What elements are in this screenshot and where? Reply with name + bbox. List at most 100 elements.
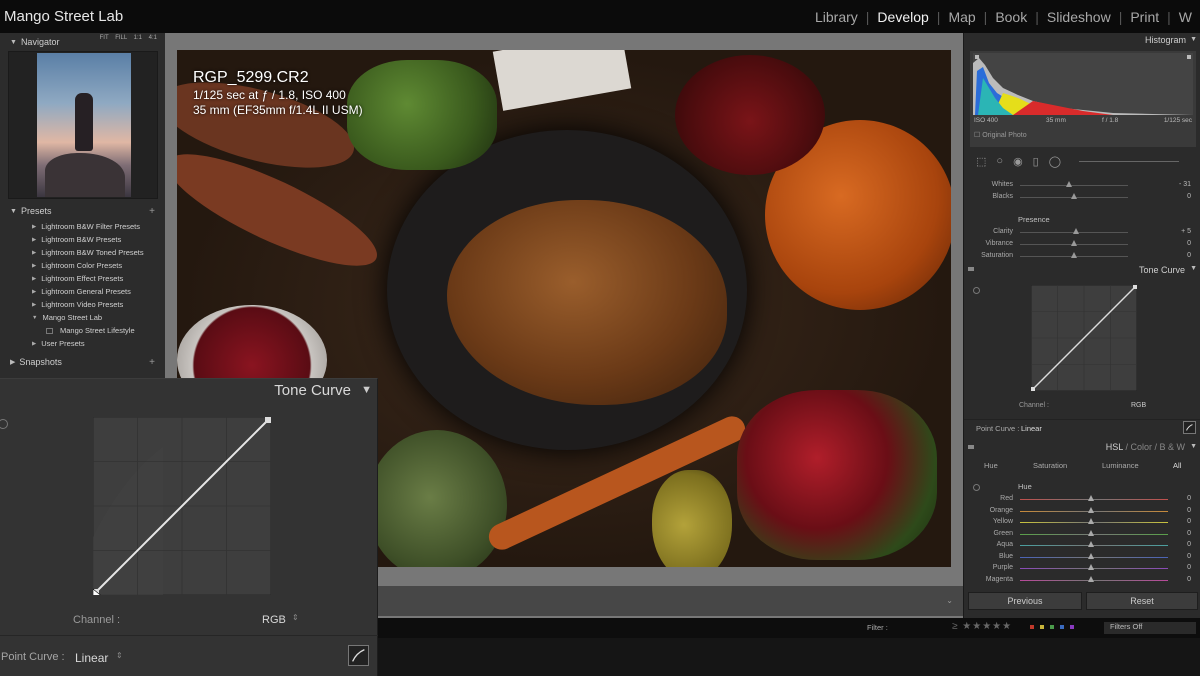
slider-track[interactable]	[1020, 185, 1128, 186]
select-arrows-icon[interactable]: ⇕	[292, 613, 299, 622]
slider-value[interactable]: 0	[1187, 252, 1191, 259]
toolbar-chevron-icon[interactable]: ⌄	[946, 596, 953, 605]
slider-value[interactable]: 0	[1187, 576, 1191, 583]
color-label-swatch[interactable]	[1050, 625, 1054, 629]
slider-track[interactable]	[1020, 556, 1168, 558]
preset-item[interactable]: ▶ Lightroom B&W Toned Presets	[8, 246, 160, 259]
navigator-preview[interactable]	[8, 51, 158, 199]
slider-value[interactable]: 0	[1187, 240, 1191, 247]
collapse-triangle-icon[interactable]: ▼	[361, 384, 372, 396]
slider-value[interactable]: 0	[1187, 518, 1191, 525]
color-label-swatch[interactable]	[1070, 625, 1074, 629]
slider-value[interactable]: 0	[1187, 495, 1191, 502]
collapse-triangle-icon[interactable]: ▼	[1190, 36, 1197, 43]
hue-slider-green[interactable]: Green 0	[964, 529, 1200, 540]
slider-thumb[interactable]	[1088, 564, 1094, 570]
module-w[interactable]: W	[1171, 9, 1200, 25]
preset-item[interactable]: ▶ Lightroom General Presets	[8, 285, 160, 298]
preset-item[interactable]: ▶ Lightroom Color Presets	[8, 259, 160, 272]
slider-thumb[interactable]	[1088, 506, 1094, 513]
slider-value[interactable]: 0	[1187, 507, 1191, 514]
slider-value[interactable]: + 5	[1181, 228, 1191, 235]
tone-curve-header[interactable]: Tone Curve ▼	[964, 263, 1200, 277]
channel-select[interactable]: RGB	[1131, 402, 1146, 409]
hue-slider-aqua[interactable]: Aqua 0	[964, 540, 1200, 551]
spot-removal-icon[interactable]: ○	[996, 155, 1003, 167]
subtab-luminance[interactable]: Luminance	[1102, 461, 1139, 470]
slider-thumb[interactable]	[1088, 495, 1094, 501]
slider-thumb[interactable]	[1071, 193, 1077, 199]
channel-select[interactable]: RGB	[262, 614, 286, 626]
slider-track[interactable]	[1020, 533, 1168, 535]
preset-item[interactable]: ▶ Lightroom B&W Filter Presets	[8, 220, 160, 233]
hue-slider-blue[interactable]: Blue 0	[964, 552, 1200, 563]
select-arrows-icon[interactable]: ⇕	[116, 651, 123, 660]
color-label-swatch[interactable]	[1060, 625, 1064, 629]
slider-thumb[interactable]	[1088, 541, 1094, 547]
slider-value[interactable]: - 31	[1179, 181, 1191, 188]
module-develop[interactable]: Develop	[869, 9, 936, 25]
red-eye-icon[interactable]: ◉	[1013, 155, 1023, 168]
slider-value[interactable]: 0	[1187, 541, 1191, 548]
edit-point-curve-icon[interactable]	[348, 645, 369, 666]
filter-preset-select[interactable]: Filters Off	[1104, 622, 1196, 634]
color-label-filter[interactable]	[1030, 623, 1100, 631]
preset-item[interactable]: ▶ Lightroom Effect Presets	[8, 272, 160, 285]
rating-filter[interactable]: ≥ ★★★★★	[952, 621, 1012, 632]
target-adjustment-icon[interactable]	[973, 484, 980, 491]
target-adjustment-icon[interactable]	[0, 419, 8, 429]
module-print[interactable]: Print	[1122, 9, 1167, 25]
preset-item[interactable]: ▶ User Presets	[8, 337, 160, 350]
slider-saturation[interactable]: Saturation 0	[964, 250, 1200, 262]
module-book[interactable]: Book	[987, 9, 1035, 25]
hue-slider-red[interactable]: Red 0	[964, 494, 1200, 505]
module-slideshow[interactable]: Slideshow	[1039, 9, 1119, 25]
slider-vibrance[interactable]: Vibrance 0	[964, 238, 1200, 250]
hsl-tab-bw[interactable]: B & W	[1159, 442, 1185, 452]
module-library[interactable]: Library	[807, 9, 866, 25]
original-photo-checkbox[interactable]: ☐ Original Photo	[974, 131, 1027, 139]
slider-track[interactable]	[1020, 579, 1168, 581]
slider-track[interactable]	[1020, 545, 1168, 546]
crop-icon[interactable]: ⬚	[976, 155, 986, 168]
collapse-triangle-icon[interactable]: ▼	[1190, 443, 1197, 450]
hsl-tab-color[interactable]: Color	[1130, 442, 1152, 452]
hsl-tab-hsl[interactable]: HSL	[1106, 442, 1123, 452]
presets-header[interactable]: ▼ Presets +	[0, 204, 165, 218]
radial-filter-icon[interactable]: ◯	[1049, 155, 1061, 168]
slider-thumb[interactable]	[1073, 228, 1080, 234]
subtab-saturation[interactable]: Saturation	[1033, 461, 1067, 470]
preset-item[interactable]: ▶ Lightroom Video Presets	[8, 298, 160, 311]
slider-value[interactable]: 0	[1187, 530, 1191, 537]
snapshots-header[interactable]: ▶ Snapshots +	[0, 355, 165, 369]
subtab-all[interactable]: All	[1173, 461, 1181, 470]
slider-track[interactable]	[1020, 510, 1168, 512]
slider-thumb[interactable]	[1088, 518, 1094, 524]
slider-thumb[interactable]	[1071, 240, 1077, 246]
tone-curve-graph[interactable]	[1031, 285, 1137, 391]
subtab-hue[interactable]: Hue	[984, 461, 998, 470]
slider-value[interactable]: 0	[1187, 193, 1191, 200]
slider-thumb[interactable]	[1065, 181, 1072, 187]
preset-item[interactable]: Mango Street Lifestyle	[8, 324, 160, 337]
slider-clarity[interactable]: Clarity + 5	[964, 226, 1200, 238]
graduated-filter-icon[interactable]: ▯	[1033, 155, 1039, 168]
tone-curve-graph[interactable]	[93, 417, 271, 595]
slider-track[interactable]	[1020, 499, 1168, 500]
target-adjustment-icon[interactable]	[973, 287, 980, 294]
add-preset-icon[interactable]: +	[149, 206, 155, 217]
navigator-header[interactable]: ▼ Navigator FIT FILL 1:1 4:1	[0, 35, 165, 49]
hue-slider-yellow[interactable]: Yellow 0	[964, 517, 1200, 528]
slider-thumb[interactable]	[1071, 252, 1077, 258]
slider-thumb[interactable]	[1088, 575, 1094, 582]
hue-slider-orange[interactable]: Orange 0	[964, 506, 1200, 517]
hue-slider-purple[interactable]: Purple 0	[964, 563, 1200, 574]
slider-track[interactable]	[1020, 522, 1168, 523]
add-snapshot-icon[interactable]: +	[149, 357, 155, 368]
hue-slider-magenta[interactable]: Magenta 0	[964, 575, 1200, 586]
point-curve-select[interactable]: Linear	[75, 651, 108, 665]
module-map[interactable]: Map	[940, 9, 983, 25]
reset-button[interactable]: Reset	[1086, 592, 1198, 610]
slider-thumb[interactable]	[1088, 529, 1094, 536]
slider-thumb[interactable]	[1088, 552, 1094, 559]
